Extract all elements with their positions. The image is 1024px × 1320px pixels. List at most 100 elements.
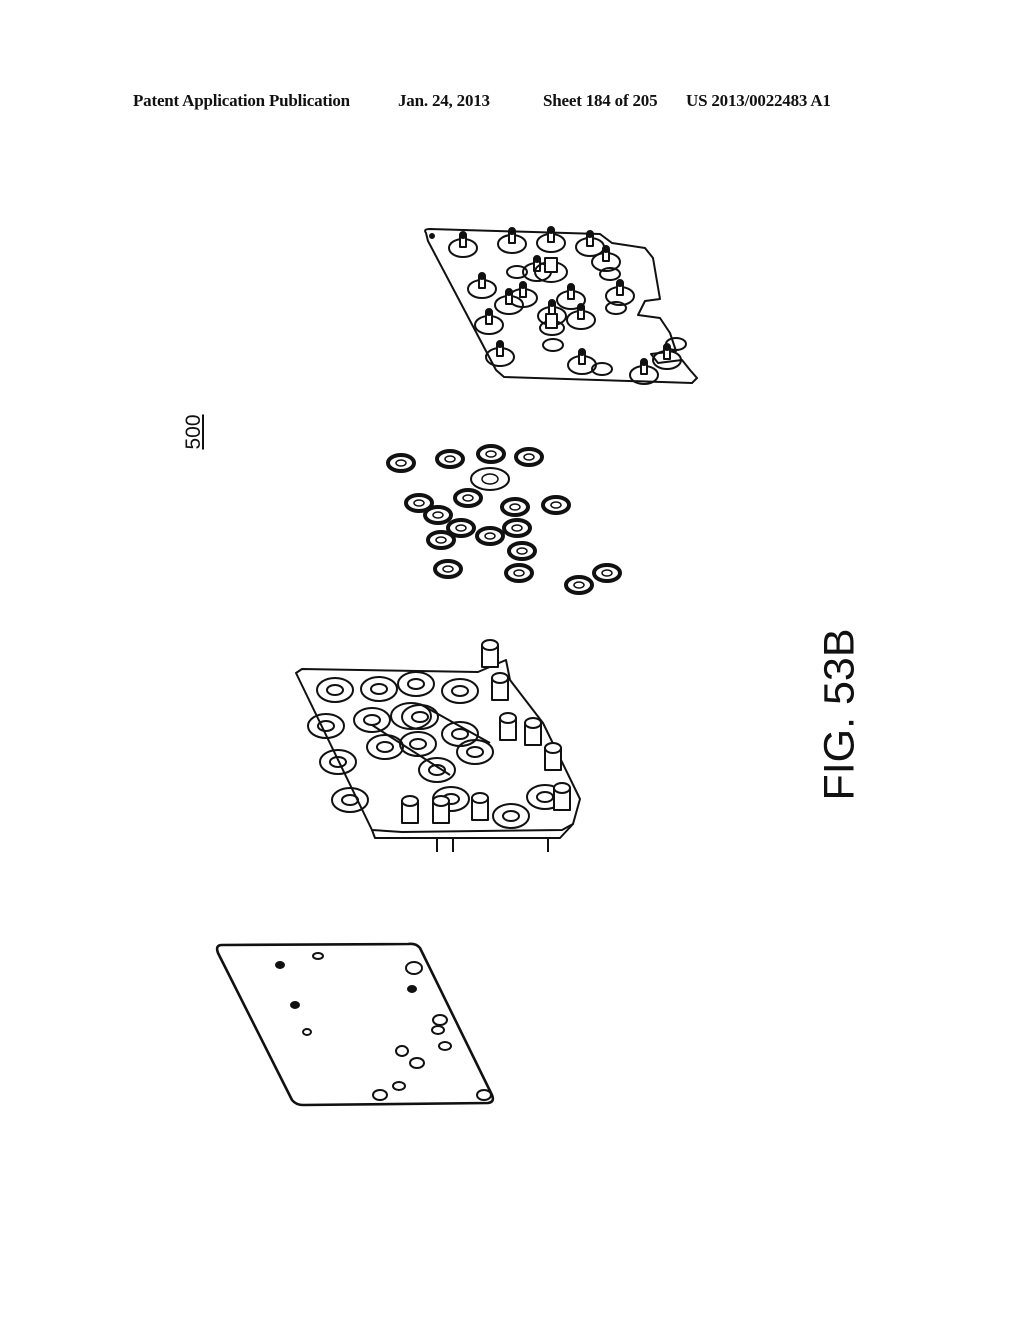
valve-body-manifold <box>295 639 581 852</box>
valve-stem-tip <box>586 230 594 238</box>
bottom-plate-outline <box>215 942 495 1107</box>
mounting-hole <box>312 952 324 960</box>
seal-center <box>462 494 474 502</box>
valve-seat <box>331 787 369 813</box>
valve-seat <box>399 731 437 757</box>
cylinder-port-top <box>481 639 499 651</box>
seal-ring <box>564 575 594 595</box>
valve-stem-tip <box>519 281 527 289</box>
valve-seat-center <box>466 746 484 758</box>
mounting-hole <box>407 985 417 993</box>
seal-center <box>509 503 521 511</box>
seal-ring <box>507 541 537 561</box>
valve-seat-center <box>407 678 425 690</box>
seal-ring <box>423 505 453 525</box>
seal-ring <box>435 449 465 469</box>
seal-center <box>601 569 613 577</box>
valve-seat-center <box>536 791 554 803</box>
cylinder-port-top <box>471 792 489 804</box>
seal-center <box>513 569 525 577</box>
seal-ring <box>514 447 544 467</box>
valve-seat-center <box>451 685 469 697</box>
seal-ring <box>500 497 530 517</box>
seal-ring <box>386 453 416 473</box>
seal-center <box>442 565 454 573</box>
mounting-hole <box>476 1089 492 1101</box>
valve-stem-tip <box>459 231 467 239</box>
seal-ring <box>504 563 534 583</box>
valve-seat-center <box>370 683 388 695</box>
seal-center <box>432 511 444 519</box>
valve-stem-tip <box>640 358 648 366</box>
valve-seat-center <box>409 738 427 750</box>
valve-stem-tip <box>496 340 504 348</box>
cylinder-port-top <box>401 795 419 807</box>
valve-seat <box>316 677 354 703</box>
seal-center <box>484 532 496 540</box>
mounting-hole <box>275 961 285 969</box>
mounting-hole <box>405 961 423 975</box>
valve-seat-center <box>376 741 394 753</box>
mounting-hole <box>395 1045 409 1057</box>
valve-seat <box>397 671 435 697</box>
cone-port-post <box>545 313 558 329</box>
valve-seat <box>492 803 530 829</box>
seal-center <box>444 455 456 463</box>
valve-stem-tip <box>478 272 486 280</box>
valve-stem-tip <box>485 308 493 316</box>
valve-seat <box>441 678 479 704</box>
valve-seat-center <box>326 684 344 696</box>
seal-center <box>523 453 535 461</box>
valve-stem-tip <box>616 279 624 287</box>
valve-stem-tip <box>533 255 541 263</box>
seal-center <box>573 581 585 589</box>
cylinder-port-top <box>499 712 517 724</box>
plate-hole <box>542 338 564 352</box>
seal-center <box>481 473 499 485</box>
seal-center <box>455 524 467 532</box>
valve-seat-center <box>341 794 359 806</box>
seal-ring <box>453 488 483 508</box>
cylinder-port-top <box>544 742 562 754</box>
valve-stem-tip <box>577 303 585 311</box>
seal-ring <box>470 467 510 491</box>
seal-center <box>516 547 528 555</box>
valve-stem-tip <box>547 226 555 234</box>
valve-seat-center <box>502 810 520 822</box>
valve-seat <box>353 707 391 733</box>
mounting-hole <box>409 1057 425 1069</box>
valve-seat <box>418 757 456 783</box>
mounting-hole <box>302 1028 312 1036</box>
seal-ring <box>592 563 622 583</box>
corner-dot <box>429 233 435 239</box>
valve-seat-center <box>317 720 335 732</box>
valve-seat-center <box>411 711 429 723</box>
seal-center <box>511 524 523 532</box>
large-port-post <box>544 257 558 273</box>
seal-ring <box>426 530 456 550</box>
cylinder-port-top <box>491 672 509 684</box>
seal-center <box>550 501 562 509</box>
patent-drawing <box>215 226 698 1107</box>
valve-seat <box>366 734 404 760</box>
bottom-cover-plate <box>215 942 495 1107</box>
mounting-hole <box>431 1025 445 1035</box>
valve-stem-tip <box>548 299 556 307</box>
seal-ring <box>502 518 532 538</box>
seal-center <box>413 499 425 507</box>
mounting-hole <box>290 1001 300 1009</box>
mounting-hole <box>372 1089 388 1101</box>
valve-seat-center <box>363 714 381 726</box>
mounting-hole <box>438 1041 452 1051</box>
cylinder-port-top <box>524 717 542 729</box>
seal-ring <box>475 526 505 546</box>
valve-stem-tip <box>505 288 513 296</box>
seal-center <box>395 459 407 467</box>
seal-center <box>435 536 447 544</box>
valve-seat <box>401 704 439 730</box>
membrane-seals <box>386 444 622 595</box>
valve-stem-tip <box>508 227 516 235</box>
valve-seat <box>360 676 398 702</box>
cylinder-port-top <box>432 795 450 807</box>
valve-stem-tip <box>602 245 610 253</box>
